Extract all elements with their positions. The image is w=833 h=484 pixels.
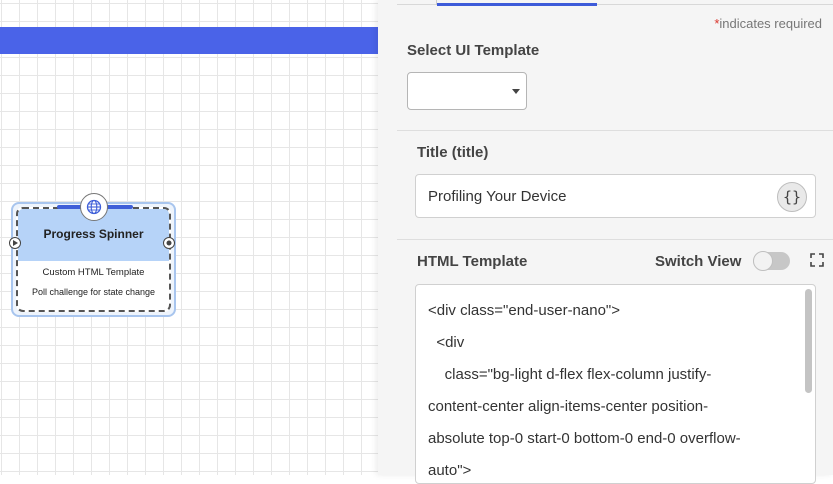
select-template-dropdown[interactable] bbox=[407, 72, 527, 110]
output-port-icon[interactable] bbox=[163, 237, 175, 249]
code-line: <div class="end-user-nano"> bbox=[428, 302, 621, 319]
section-divider bbox=[397, 130, 833, 131]
expand-icon[interactable] bbox=[810, 253, 824, 267]
title-input[interactable]: Profiling Your Device {} bbox=[415, 174, 816, 218]
selected-connection-band bbox=[0, 27, 378, 54]
flow-canvas[interactable]: Progress Spinner Custom HTML Template Po… bbox=[0, 0, 378, 475]
node-properties-panel: *indicates required Select UI Template T… bbox=[378, 0, 833, 484]
curly-braces-icon: {} bbox=[782, 188, 802, 206]
switch-view-toggle[interactable] bbox=[753, 251, 790, 271]
required-note: *indicates required bbox=[714, 16, 822, 31]
variables-button[interactable]: {} bbox=[777, 182, 807, 212]
globe-icon bbox=[80, 193, 108, 221]
code-line: absolute top-0 start-0 bottom-0 end-0 ov… bbox=[428, 430, 741, 447]
html-template-editor[interactable]: <div class="end-user-nano"> <div class="… bbox=[415, 284, 816, 484]
switch-view-label: Switch View bbox=[655, 253, 742, 270]
editor-scrollbar[interactable] bbox=[805, 289, 812, 393]
toggle-knob bbox=[753, 251, 773, 271]
code-line: class="bg-light d-flex flex-column justi… bbox=[428, 366, 712, 383]
html-template-label: HTML Template bbox=[417, 253, 528, 270]
code-lines: <div class="end-user-nano"> <div class="… bbox=[428, 295, 798, 483]
code-line: content-center align-items-center positi… bbox=[428, 398, 709, 415]
title-field-label: Title (title) bbox=[417, 144, 489, 161]
section-divider bbox=[397, 239, 833, 240]
code-line: <div bbox=[428, 334, 465, 351]
input-port-icon[interactable] bbox=[9, 237, 21, 249]
select-template-label: Select UI Template bbox=[407, 42, 540, 59]
node-title: Progress Spinner bbox=[43, 227, 144, 241]
node-description: Poll challenge for state change bbox=[31, 287, 156, 297]
required-note-text: indicates required bbox=[719, 16, 822, 31]
flow-node-progress-spinner[interactable]: Progress Spinner Custom HTML Template Po… bbox=[16, 207, 171, 312]
caret-down-icon bbox=[512, 89, 520, 94]
title-input-value: Profiling Your Device bbox=[428, 187, 567, 205]
tab-active-indicator[interactable] bbox=[437, 3, 597, 6]
code-line: auto"> bbox=[428, 462, 472, 479]
node-subtitle: Custom HTML Template bbox=[42, 267, 145, 278]
